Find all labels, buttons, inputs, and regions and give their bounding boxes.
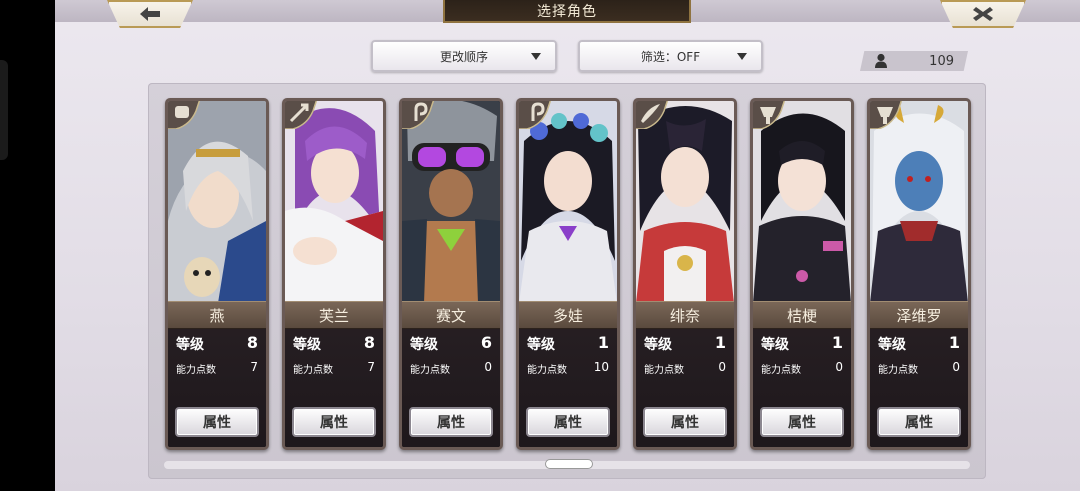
character-stats: 等级 6 能力点数 0 属性 [402, 329, 500, 447]
sort-order-dropdown[interactable]: 更改顺序 [371, 40, 557, 72]
character-name: 燕 [168, 301, 266, 329]
character-card[interactable]: 绯奈 等级 1 能力点数 0 属性 [633, 98, 737, 450]
back-button[interactable] [107, 0, 193, 28]
level-value: 1 [948, 333, 960, 352]
ability-points-label: 能力点数 [293, 365, 333, 376]
character-name: 多娃 [519, 301, 617, 329]
character-stats: 等级 8 能力点数 7 属性 [285, 329, 383, 447]
character-card[interactable]: 桔梗 等级 1 能力点数 0 属性 [750, 98, 854, 450]
attributes-button[interactable]: 属性 [877, 407, 961, 437]
character-card[interactable]: 多娃 等级 1 能力点数 10 属性 [516, 98, 620, 450]
ability-points-value: 0 [952, 360, 960, 374]
character-name: 绯奈 [636, 301, 734, 329]
ability-points-value: 10 [593, 360, 609, 374]
character-portrait [519, 101, 617, 303]
level-value: 1 [831, 333, 843, 352]
attributes-button[interactable]: 属性 [409, 407, 493, 437]
character-card[interactable]: 赛文 等级 6 能力点数 0 属性 [399, 98, 503, 450]
character-count-badge: 109 [860, 51, 968, 71]
character-roster-panel: 燕 等级 8 能力点数 7 属性 芙兰 等级 8 能力点数 7 属性 赛文 等级… [148, 83, 986, 479]
scrollbar-thumb[interactable] [545, 459, 593, 469]
ability-points-label: 能力点数 [176, 365, 216, 376]
back-arrow-icon [140, 7, 160, 21]
character-name: 泽维罗 [870, 301, 968, 329]
character-stats: 等级 1 能力点数 10 属性 [519, 329, 617, 447]
character-portrait [168, 101, 266, 303]
ability-points-value: 0 [835, 360, 843, 374]
level-label: 等级 [410, 337, 438, 353]
blade-icon [636, 101, 668, 129]
chevron-down-icon [531, 53, 541, 60]
ability-points-value: 7 [250, 360, 258, 374]
attributes-button[interactable]: 属性 [760, 407, 844, 437]
level-value: 8 [246, 333, 258, 352]
page-title: 选择角色 [443, 0, 691, 23]
filter-dropdown[interactable]: 筛选：OFF [578, 40, 763, 72]
ability-points-value: 7 [367, 360, 375, 374]
device-notch [0, 60, 8, 160]
level-label: 等级 [878, 337, 906, 353]
character-stats: 等级 8 能力点数 7 属性 [168, 329, 266, 447]
character-portrait [402, 101, 500, 303]
ability-points-value: 0 [718, 360, 726, 374]
character-name: 赛文 [402, 301, 500, 329]
character-stats: 等级 1 能力点数 0 属性 [870, 329, 968, 447]
level-label: 等级 [176, 337, 204, 353]
person-icon [875, 53, 887, 68]
ability-points-value: 0 [484, 360, 492, 374]
character-name: 芙兰 [285, 301, 383, 329]
chevron-down-icon [737, 53, 747, 60]
ability-points-label: 能力点数 [644, 365, 684, 376]
character-card[interactable]: 燕 等级 8 能力点数 7 属性 [165, 98, 269, 450]
level-value: 6 [480, 333, 492, 352]
character-portrait [285, 101, 383, 303]
character-card[interactable]: 泽维罗 等级 1 能力点数 0 属性 [867, 98, 971, 450]
character-select-screen: 选择角色 更改顺序 筛选：OFF 109 燕 等级 8 能力点数 7 属性 芙兰… [55, 0, 1080, 491]
arrow-icon [285, 101, 317, 129]
level-label: 等级 [527, 337, 555, 353]
ability-points-label: 能力点数 [410, 365, 450, 376]
axe-icon [753, 101, 785, 129]
character-count: 109 [929, 54, 954, 69]
character-name: 桔梗 [753, 301, 851, 329]
ability-points-label: 能力点数 [761, 365, 801, 376]
attributes-button[interactable]: 属性 [292, 407, 376, 437]
character-stats: 等级 1 能力点数 0 属性 [636, 329, 734, 447]
ability-points-label: 能力点数 [878, 365, 918, 376]
attributes-button[interactable]: 属性 [643, 407, 727, 437]
character-portrait [753, 101, 851, 303]
attributes-button[interactable]: 属性 [175, 407, 259, 437]
character-stats: 等级 1 能力点数 0 属性 [753, 329, 851, 447]
spiral-icon [402, 101, 434, 129]
level-label: 等级 [644, 337, 672, 353]
character-portrait [636, 101, 734, 303]
level-value: 1 [597, 333, 609, 352]
fist-icon [168, 101, 200, 129]
close-icon [973, 7, 993, 21]
sort-order-label: 更改顺序 [439, 49, 488, 64]
level-label: 等级 [761, 337, 789, 353]
axe-icon [870, 101, 902, 129]
character-portrait [870, 101, 968, 303]
attributes-button[interactable]: 属性 [526, 407, 610, 437]
spiral-icon [519, 101, 551, 129]
character-card[interactable]: 芙兰 等级 8 能力点数 7 属性 [282, 98, 386, 450]
level-value: 1 [714, 333, 726, 352]
close-button[interactable] [940, 0, 1026, 28]
level-value: 8 [363, 333, 375, 352]
horizontal-scrollbar[interactable] [164, 459, 970, 469]
ability-points-label: 能力点数 [527, 365, 567, 376]
level-label: 等级 [293, 337, 321, 353]
filter-label: 筛选：OFF [640, 49, 701, 64]
